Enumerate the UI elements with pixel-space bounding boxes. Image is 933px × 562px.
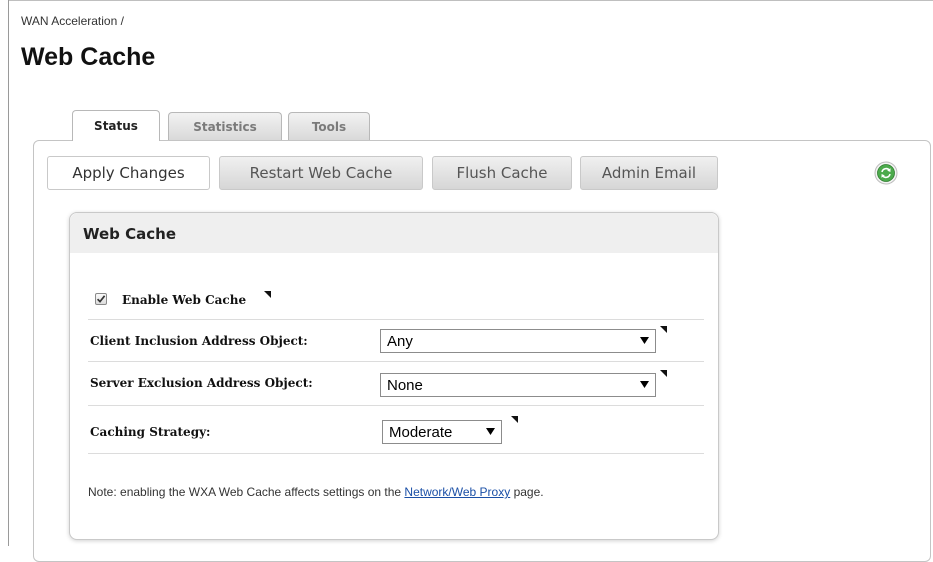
web-cache-box: Web Cache Enable Web Cache Client Inclus… [69,212,719,540]
caching-strategy-value: Moderate [389,423,453,441]
client-inclusion-value: Any [387,332,413,350]
note-prefix: Note: enabling the WXA Web Cache affects… [88,485,405,499]
server-exclusion-select[interactable]: None [380,373,656,397]
checkmark-icon [96,295,106,303]
top-border [8,0,933,1]
divider [88,361,704,362]
apply-changes-button[interactable]: Apply Changes [47,156,210,190]
server-exclusion-label: Server Exclusion Address Object: [90,376,313,390]
note-suffix: page. [510,485,544,499]
page-title: Web Cache [21,43,156,71]
flush-cache-button[interactable]: Flush Cache [432,156,572,190]
admin-email-button[interactable]: Admin Email [580,156,718,190]
tab-tools[interactable]: Tools [288,112,370,140]
client-inclusion-select[interactable]: Any [380,329,656,353]
enable-web-cache-checkbox[interactable] [95,293,107,305]
chevron-down-icon [640,381,649,388]
restart-web-cache-button[interactable]: Restart Web Cache [219,156,423,190]
web-cache-box-header: Web Cache [70,213,718,253]
help-corner-icon[interactable] [660,370,667,377]
tab-statistics[interactable]: Statistics [168,112,282,140]
client-inclusion-label: Client Inclusion Address Object: [90,334,308,348]
caching-strategy-select[interactable]: Moderate [382,420,502,444]
help-corner-icon[interactable] [264,291,271,298]
network-web-proxy-link[interactable]: Network/Web Proxy [404,485,510,499]
chevron-down-icon [640,337,649,344]
enable-web-cache-label: Enable Web Cache [122,293,247,307]
tab-status[interactable]: Status [72,110,160,141]
divider [88,405,704,406]
divider [88,453,704,454]
caching-strategy-label: Caching Strategy: [90,425,211,439]
help-corner-icon[interactable] [660,326,667,333]
refresh-icon[interactable] [874,161,898,185]
server-exclusion-value: None [387,376,423,394]
divider [88,319,704,320]
breadcrumb: WAN Acceleration / [21,14,124,28]
note-text: Note: enabling the WXA Web Cache affects… [88,485,544,499]
web-cache-box-title: Web Cache [83,225,177,243]
left-border [8,0,9,546]
help-corner-icon[interactable] [511,416,518,423]
chevron-down-icon [486,428,495,435]
